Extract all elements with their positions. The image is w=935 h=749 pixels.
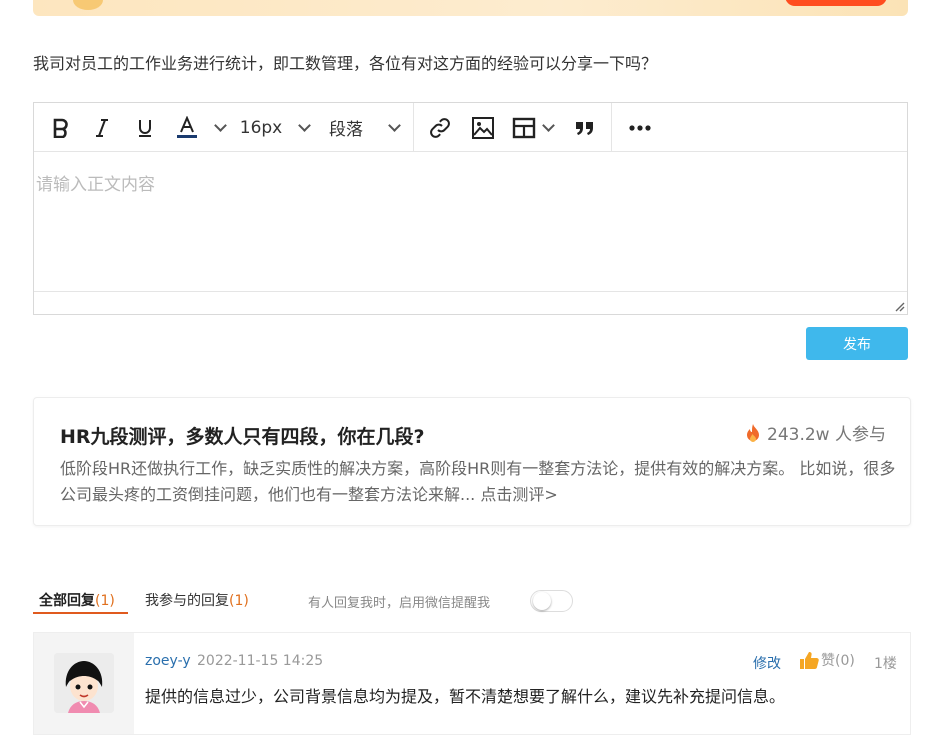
like-count: 赞(0) <box>821 653 855 669</box>
link-icon[interactable] <box>427 103 453 152</box>
chevron-down-icon[interactable] <box>540 103 556 152</box>
table-icon[interactable] <box>511 103 537 152</box>
more-icon[interactable] <box>625 103 655 152</box>
bold-icon[interactable] <box>48 103 74 152</box>
editor-content[interactable]: 请输入正文内容 <box>34 152 907 292</box>
like-button[interactable]: 赞(0) <box>799 650 855 670</box>
top-banner <box>33 0 908 16</box>
underline-icon[interactable] <box>133 103 157 152</box>
quote-icon[interactable] <box>572 103 598 152</box>
edit-reply-link[interactable]: 修改 <box>753 653 781 673</box>
toggle-knob <box>533 592 551 610</box>
image-icon[interactable] <box>470 103 496 152</box>
floor-number: 1楼 <box>874 656 897 672</box>
font-size-select[interactable]: 16px <box>238 103 284 152</box>
tab-all-label: 全部回复 <box>39 593 95 609</box>
participants-stat: 243.2w 人参与 <box>745 420 886 445</box>
thumbs-up-icon <box>800 651 819 669</box>
chevron-down-icon[interactable] <box>296 103 312 152</box>
toolbar-divider <box>611 103 612 152</box>
chevron-down-icon[interactable] <box>386 103 402 152</box>
tab-mine-count: (1) <box>229 593 249 609</box>
text-color-icon[interactable] <box>174 103 200 152</box>
tab-my-replies[interactable]: 我参与的回复(1) <box>145 590 249 610</box>
publish-button[interactable]: 发布 <box>806 327 908 360</box>
reply-content: 提供的信息过少，公司背景信息均为提及，暂不清楚想要了解什么，建议先补充提问信息。 <box>145 687 786 706</box>
reply-tabs: 全部回复(1) 我参与的回复(1) 有人回复我时，启用微信提醒我 <box>33 590 593 614</box>
promo-card[interactable]: HR九段测评，多数人只有四段，你在几段? 243.2w 人参与 低阶段HR还做执… <box>33 397 911 526</box>
resize-handle-icon[interactable] <box>893 300 905 312</box>
reply-avatar-panel <box>34 633 134 734</box>
promo-description[interactable]: 低阶段HR还做执行工作，缺乏实质性的解决方案，高阶段HR则有一整套方法论，提供有… <box>60 456 910 508</box>
reply-timestamp: 2022-11-15 14:25 <box>197 653 324 669</box>
editor-toolbar: 16px 段落 <box>34 103 907 152</box>
wechat-notify-toggle[interactable] <box>530 590 573 612</box>
chevron-down-icon[interactable] <box>212 103 228 152</box>
banner-decoration <box>73 0 103 10</box>
toolbar-divider <box>413 103 414 152</box>
reply-username[interactable]: zoey-y <box>145 653 191 669</box>
tab-all-replies[interactable]: 全部回复(1) <box>33 590 128 614</box>
participants-count: 243.2w 人参与 <box>767 425 886 445</box>
rich-text-editor[interactable]: 16px 段落 请输入正文内容 <box>33 102 908 315</box>
fire-icon <box>747 423 760 442</box>
avatar[interactable] <box>54 653 114 713</box>
tab-all-count: (1) <box>95 593 115 609</box>
banner-button[interactable] <box>785 0 887 6</box>
question-text: 我司对员工的工作业务进行统计，即工数管理，各位有对这方面的经验可以分享一下吗？ <box>33 54 658 73</box>
tab-mine-label: 我参与的回复 <box>145 593 229 609</box>
promo-title[interactable]: HR九段测评，多数人只有四段，你在几段? <box>60 422 425 449</box>
reply-item: zoey-y 2022-11-15 14:25 修改 赞(0) 1楼 提供的信息… <box>33 632 911 735</box>
paragraph-select[interactable]: 段落 <box>326 103 366 152</box>
wechat-notify-label: 有人回复我时，启用微信提醒我 <box>308 596 491 611</box>
italic-icon[interactable] <box>90 103 114 152</box>
